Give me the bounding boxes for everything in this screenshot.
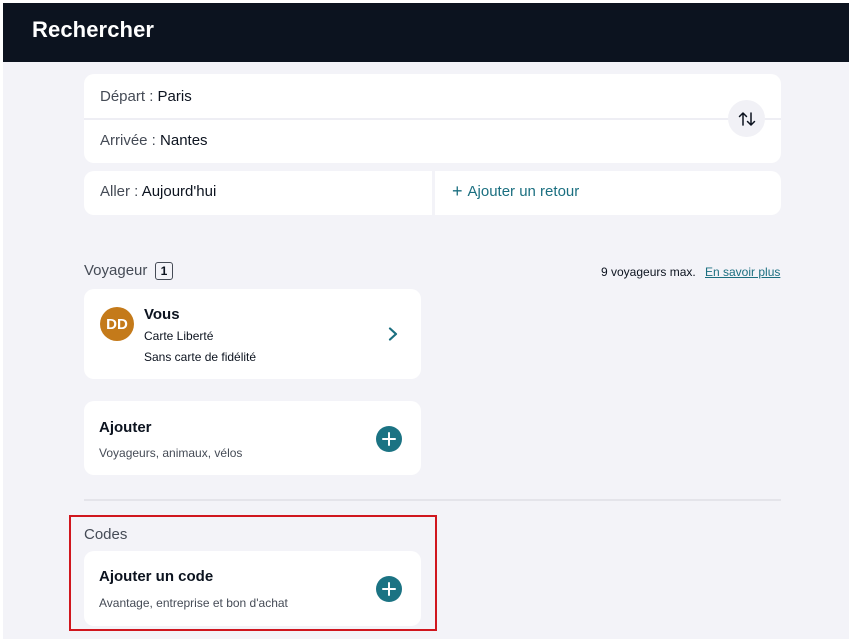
arrival-value: Nantes — [160, 132, 208, 149]
outbound-date-field[interactable]: Aller : Aujourd'hui — [100, 183, 216, 200]
section-divider — [84, 499, 781, 501]
app-frame: Rechercher Départ : Paris Arrivée : Nant… — [3, 3, 849, 639]
traveler-count-badge: 1 — [155, 262, 173, 280]
avatar: DD — [100, 307, 134, 341]
route-card: Départ : Paris Arrivée : Nantes — [84, 74, 781, 163]
plus-icon — [382, 432, 396, 446]
page-title: Rechercher — [32, 17, 155, 42]
arrival-field[interactable]: Arrivée : Nantes — [100, 132, 208, 149]
outbound-label: Aller : — [100, 183, 139, 200]
add-traveler-title: Ajouter — [99, 419, 152, 436]
traveler-name: Vous — [144, 306, 180, 323]
add-traveler-card[interactable]: Ajouter Voyageurs, animaux, vélos — [84, 401, 421, 475]
header-bar: Rechercher — [3, 3, 849, 62]
swap-button[interactable] — [728, 100, 765, 137]
add-traveler-subtitle: Voyageurs, animaux, vélos — [99, 446, 243, 460]
arrival-label: Arrivée : — [100, 132, 156, 149]
codes-highlight-box — [69, 515, 437, 631]
date-card: Aller : Aujourd'hui + Ajouter un retour — [84, 171, 781, 215]
departure-field[interactable]: Départ : Paris — [100, 88, 192, 105]
max-travelers-text: 9 voyageurs max. — [601, 265, 696, 279]
traveler-card-type: Carte Liberté — [144, 329, 214, 343]
departure-label: Départ : — [100, 88, 154, 105]
travelers-title: Voyageur — [84, 262, 148, 279]
route-divider — [84, 118, 781, 120]
learn-more-link[interactable]: En savoir plus — [705, 265, 780, 279]
chevron-right-icon — [388, 327, 398, 341]
add-return-button[interactable]: + Ajouter un retour — [452, 181, 580, 201]
traveler-loyalty: Sans carte de fidélité — [144, 350, 257, 364]
add-traveler-button[interactable] — [376, 426, 402, 452]
traveler-card[interactable]: DD Vous Carte Liberté Sans carte de fidé… — [84, 289, 421, 379]
plus-icon: + — [452, 181, 463, 201]
add-return-label: Ajouter un retour — [467, 183, 580, 200]
swap-vertical-icon — [738, 111, 755, 126]
outbound-value: Aujourd'hui — [141, 183, 217, 200]
date-separator — [432, 171, 435, 215]
departure-value: Paris — [157, 88, 192, 105]
